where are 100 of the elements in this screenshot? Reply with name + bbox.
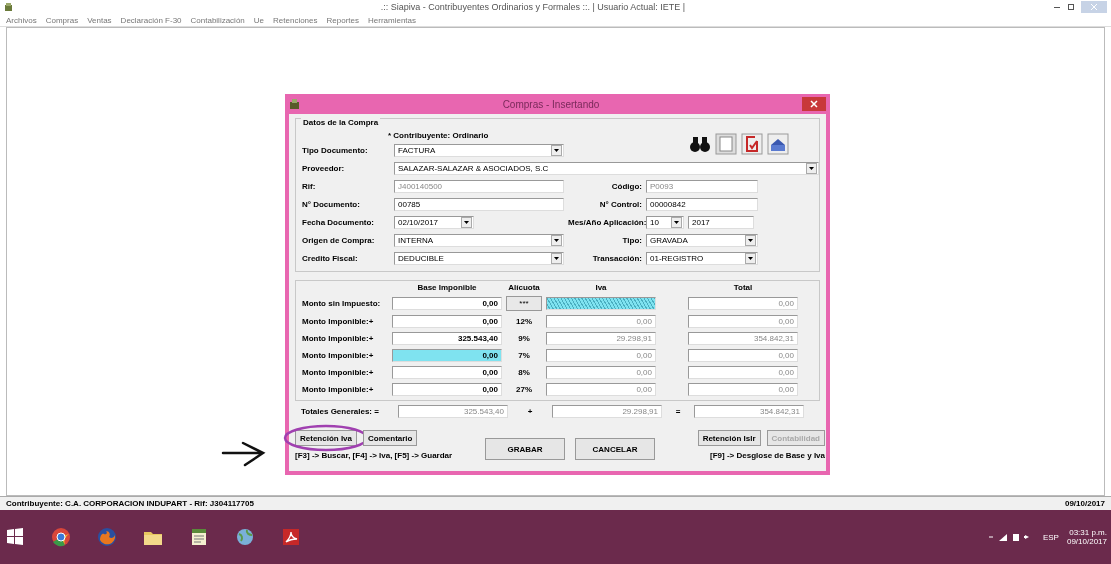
menu-item[interactable]: Archivos [6, 15, 37, 25]
globe-icon[interactable] [234, 526, 256, 548]
field-label: Transacción: [591, 254, 642, 263]
month-combo-box[interactable]: 10 [646, 216, 684, 229]
clock-date: 09/10/2017 [1066, 537, 1107, 546]
rate-label: 7% [517, 351, 531, 360]
totals-label: Totales Generales: = [301, 407, 380, 416]
action-button[interactable]: GRABAR [485, 438, 565, 460]
arrow-drawing [221, 441, 267, 467]
row-label: Monto sin Impuesto: [302, 299, 382, 308]
dialog-button[interactable]: Comentario [363, 430, 418, 446]
amount-field[interactable]: 325.543,40 [392, 332, 502, 345]
iva-field[interactable]: 0,00 [546, 366, 656, 379]
total-iva-field: 29.298,91 [552, 405, 662, 418]
iva-field[interactable]: 0,00 [546, 315, 656, 328]
field-label: Tipo Documento: [302, 146, 369, 155]
rate-button[interactable]: *** [506, 296, 542, 311]
field-label: Proveedor: [302, 164, 346, 173]
checklist-icon[interactable] [741, 133, 763, 155]
combo-box[interactable]: FACTURA [394, 144, 564, 157]
printer-icon[interactable] [767, 133, 789, 155]
field-label: Fecha Documento: [302, 218, 375, 227]
menu-item[interactable]: Reportes [326, 15, 359, 25]
menu-item[interactable]: Contabilización [190, 15, 245, 25]
total-field[interactable]: 0,00 [688, 297, 798, 310]
dialog-title: Compras - Insertando [501, 98, 601, 110]
windows-logo-icon[interactable] [4, 526, 26, 548]
total-field[interactable]: 0,00 [688, 366, 798, 379]
menu-item[interactable]: Compras [45, 15, 79, 25]
menu-item[interactable]: Herramientas [368, 15, 416, 25]
rate-label: 12% [515, 317, 533, 326]
field-label: Credito Fiscal: [302, 254, 359, 263]
readonly-field: J400140500 [394, 180, 564, 193]
grand-total-field: 354.842,31 [694, 405, 804, 418]
plus-sign: + [526, 407, 534, 416]
field-label: Rif: [302, 182, 317, 191]
browser-icon[interactable] [50, 526, 72, 548]
menu-item[interactable]: Ue [253, 15, 265, 25]
amount-field[interactable]: 0,00 [392, 383, 502, 396]
column-header: Iva [594, 283, 608, 292]
field-label: N° Documento: [302, 200, 361, 209]
iva-field[interactable] [546, 297, 656, 310]
equals-sign: = [674, 407, 682, 416]
amount-field[interactable]: 0,00 [392, 366, 502, 379]
combo-box[interactable]: GRAVADA [646, 234, 758, 247]
iva-field[interactable]: 29.298,91 [546, 332, 656, 345]
status-text: Contribuyente: C.A. CORPORACION INDUPART - Rif: J304117705 [6, 499, 254, 508]
action-button[interactable]: CANCELAR [575, 438, 655, 460]
app-icon [289, 99, 300, 109]
iva-field[interactable]: 0,00 [546, 349, 656, 362]
field-label: Código: [610, 182, 642, 191]
combo-box[interactable]: INTERNA [394, 234, 564, 247]
rate-label: 8% [517, 368, 531, 377]
pdf-icon[interactable] [280, 526, 302, 548]
menu-item[interactable]: Retenciones [273, 15, 318, 25]
combo-box[interactable]: DEDUCIBLE [394, 252, 564, 265]
menu-item[interactable]: Declaración F-30 [120, 15, 182, 25]
total-field[interactable]: 0,00 [688, 383, 798, 396]
row-label: Monto Imponible:+ [302, 334, 375, 343]
dialog-button[interactable]: Retención Iva [295, 430, 357, 446]
taxpayer-note: * Contribuyente: Ordinario [387, 131, 490, 140]
row-label: Monto Imponible:+ [302, 351, 375, 360]
row-label: Monto Imponible:+ [302, 317, 375, 326]
combo-box[interactable]: 01-REGISTRO [646, 252, 758, 265]
row-label: Monto Imponible:+ [302, 368, 375, 377]
field-label: Origen de Compra: [302, 236, 376, 245]
maximize-icon[interactable] [1067, 3, 1075, 11]
field-label: Tipo: [621, 236, 642, 245]
status-date: 09/10/2017 [1064, 499, 1105, 508]
menu-item[interactable]: Ventas [87, 15, 112, 25]
field-label: N° Control: [598, 200, 642, 209]
amount-field[interactable]: 0,00 [392, 315, 502, 328]
total-field[interactable]: 0,00 [688, 315, 798, 328]
rate-label: 9% [517, 334, 531, 343]
shortcut-hint: [F3] -> Buscar, [F4] -> Iva, [F5] -> Guardar [295, 451, 454, 460]
iva-field[interactable]: 0,00 [546, 383, 656, 396]
total-field[interactable]: 354.842,31 [688, 332, 798, 345]
total-field[interactable]: 0,00 [688, 349, 798, 362]
total-base-field: 325.543,40 [398, 405, 508, 418]
column-header: Alícuota [507, 283, 541, 292]
combo-box[interactable]: SALAZAR-SALAZAR & ASOCIADOS, S.C [394, 162, 819, 175]
column-header: Base Imponible [416, 283, 478, 292]
readonly-field: P0093 [646, 180, 758, 193]
column-header: Total [732, 283, 754, 292]
amount-field[interactable]: 0,00 [392, 349, 502, 362]
text-field[interactable]: 00000842 [646, 198, 758, 211]
row-label: Monto Imponible:+ [302, 385, 375, 394]
app-icon [4, 2, 13, 12]
clock-time: 03:31 p.m. [1069, 528, 1107, 537]
year-field[interactable]: 2017 [688, 216, 754, 229]
firefox-icon[interactable] [96, 526, 118, 548]
text-field[interactable]: 00785 [394, 198, 564, 211]
shortcut-hint: [F9] -> Desglose de Base y Iva [710, 451, 825, 460]
rate-label: 27% [515, 385, 533, 394]
group-title: Datos de la Compra [301, 118, 381, 127]
dialog-button[interactable]: Retención Islr [697, 430, 761, 446]
language-indicator[interactable]: ESP [1042, 532, 1059, 542]
close-icon[interactable] [802, 97, 826, 111]
amount-field[interactable]: 0,00 [392, 297, 502, 310]
date-combo-box[interactable]: 02/10/2017 [394, 216, 474, 229]
